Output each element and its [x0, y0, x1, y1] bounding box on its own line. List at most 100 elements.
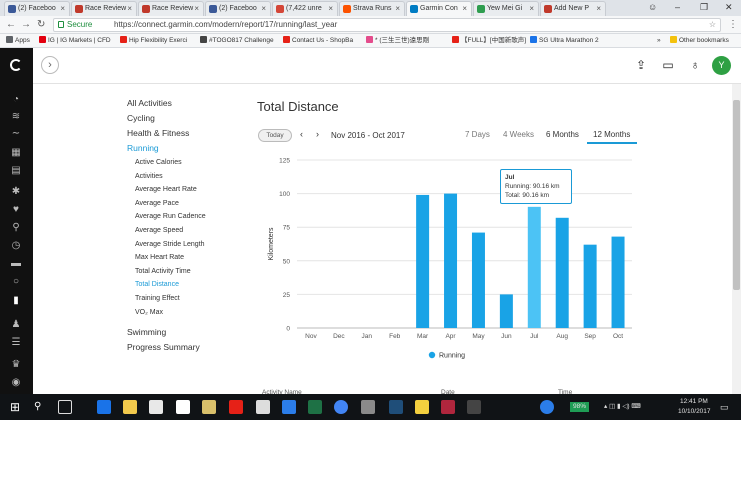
shield-icon[interactable] [441, 400, 455, 414]
sticky-notes-icon[interactable] [415, 400, 429, 414]
tab-close-icon[interactable]: × [395, 2, 400, 15]
upload-cloud-icon[interactable]: ⇪ [634, 58, 648, 72]
browser-tab[interactable]: (2) Faceboo × [4, 1, 70, 16]
segments-icon[interactable]: ▬ [10, 258, 22, 270]
battery-percent[interactable]: 98% [570, 402, 590, 412]
reload-icon[interactable]: ↻ [37, 19, 45, 30]
tab-close-icon[interactable]: × [596, 2, 601, 15]
back-icon[interactable]: ← [6, 19, 16, 30]
next-period-button[interactable]: › [316, 129, 319, 139]
menu-subitem[interactable]: Active Calories [135, 159, 182, 166]
layers-icon[interactable]: ≋ [10, 111, 22, 123]
system-tray-icons[interactable]: ▴ ◫ ▮ ◁) ⌨ [604, 402, 641, 410]
minimize-button[interactable]: – [675, 2, 680, 12]
menu-item[interactable]: Progress Summary [127, 342, 200, 352]
browser-tab[interactable]: Race Review × [138, 1, 204, 16]
range-tab-4-weeks[interactable]: 4 Weeks [503, 130, 534, 139]
menu-item[interactable]: Running [127, 143, 159, 153]
browser-tab[interactable]: Add New P × [540, 1, 606, 16]
connections-people-icon[interactable]: ♟ [10, 319, 22, 331]
browser-tab[interactable]: (7,422 unre × [272, 1, 338, 16]
calendar-icon[interactable]: ▦ [10, 147, 22, 159]
menu-subitem[interactable]: Max Heart Rate [135, 254, 184, 261]
insights-bulb-icon[interactable]: ○ [10, 276, 22, 288]
menu-subitem[interactable]: Activities [135, 173, 163, 180]
menu-item[interactable]: Cycling [127, 113, 155, 123]
menu-subitem[interactable]: Total Distance [135, 281, 179, 288]
bookmarks-more-button[interactable]: » [657, 36, 661, 46]
bookmark-star-icon[interactable]: ☆ [709, 19, 716, 31]
menu-subitem[interactable]: Average Stride Length [135, 241, 205, 248]
file-explorer-icon[interactable] [123, 400, 137, 414]
groups-icon[interactable]: ☰ [10, 337, 22, 349]
menu-subitem[interactable]: Average Heart Rate [135, 186, 197, 193]
trophy-icon[interactable]: ♛ [10, 359, 22, 371]
reports-bar-chart-icon[interactable]: ▮ [10, 295, 22, 307]
running-person-icon[interactable]: ⚲ [10, 222, 22, 234]
menu-item[interactable]: Swimming [127, 327, 166, 337]
bookmark-item[interactable]: 【FULL】[中国新歌声] [452, 36, 526, 46]
browser-tab[interactable]: (2) Faceboo × [205, 1, 271, 16]
bookmark-item[interactable]: * (三生三世)遠思剛 [366, 36, 429, 46]
profile-icon[interactable]: ☺ [648, 2, 657, 12]
image-viewer-icon[interactable] [467, 400, 481, 414]
maximize-button[interactable]: ❐ [700, 2, 708, 13]
menu-subitem[interactable]: Average Run Cadence [135, 213, 206, 220]
windows-start-icon[interactable]: ⊞ [10, 400, 24, 414]
bookmark-item[interactable]: SG Ultra Marathon 2 [530, 36, 599, 46]
range-tab-6-months[interactable]: 6 Months [546, 130, 579, 139]
other-bookmarks-folder[interactable]: Other bookmarks [670, 36, 729, 46]
action-center-icon[interactable]: ▭ [720, 402, 729, 413]
inbox-icon[interactable]: ▭ [661, 58, 675, 72]
search-icon[interactable]: ⚲ [34, 400, 48, 414]
page-scrollbar[interactable] [732, 84, 741, 394]
stopwatch-icon[interactable]: ◷ [10, 240, 22, 252]
menu-subitem[interactable]: Average Pace [135, 200, 179, 207]
menu-subitem[interactable]: Average Speed [135, 227, 183, 234]
browser-tab[interactable]: Yew Mei Gi × [473, 1, 539, 16]
tab-close-icon[interactable]: × [261, 2, 266, 15]
close-window-button[interactable]: ✕ [725, 2, 733, 13]
menu-item[interactable]: All Activities [127, 98, 172, 108]
tab-close-icon[interactable]: × [194, 2, 199, 15]
expand-nav-button[interactable]: › [41, 56, 59, 74]
gear-icon[interactable]: ◉ [10, 377, 22, 389]
chrome-icon[interactable] [334, 400, 348, 414]
scrollbar-thumb[interactable] [733, 100, 740, 290]
dashboard-icon[interactable]: ◔ [10, 94, 22, 106]
challenge-person-icon[interactable]: ✱ [10, 186, 22, 198]
app-icon-1[interactable] [361, 400, 375, 414]
tab-close-icon[interactable]: × [127, 2, 132, 15]
notepad-icon[interactable] [176, 400, 190, 414]
insights-lightbulb-icon[interactable]: ♁ [688, 58, 702, 72]
clock-time[interactable]: 12:41 PM [680, 398, 708, 405]
activity-wave-icon[interactable]: ∼ [10, 128, 22, 140]
health-heart-icon[interactable]: ♥ [10, 204, 22, 216]
tab-close-icon[interactable]: × [529, 2, 534, 15]
tab-close-icon[interactable]: × [328, 2, 333, 15]
user-avatar[interactable]: Y [712, 56, 731, 75]
menu-subitem[interactable]: Total Activity Time [135, 268, 191, 275]
store-icon[interactable] [149, 400, 163, 414]
app-icon-3[interactable] [540, 400, 554, 414]
edge-browser-icon[interactable] [97, 400, 111, 414]
tab-close-icon[interactable]: × [462, 2, 467, 15]
garmin-connect-logo-icon[interactable] [10, 59, 22, 71]
bookmark-item[interactable]: #TOGO817 Challenge [200, 36, 274, 46]
today-button[interactable]: Today [258, 129, 292, 142]
task-view-icon[interactable] [58, 400, 72, 414]
menu-subitem[interactable]: VO₂ Max [135, 309, 163, 316]
menu-subitem[interactable]: Training Effect [135, 295, 180, 302]
url-input[interactable]: Secure https://connect.garmin.com/modern… [53, 18, 721, 32]
range-tab-12-months[interactable]: 12 Months [593, 130, 630, 139]
photos-icon[interactable] [202, 400, 216, 414]
range-tab-7-days[interactable]: 7 Days [465, 130, 490, 139]
app-icon-2[interactable] [389, 400, 403, 414]
clock-date[interactable]: 10/10/2017 [678, 408, 711, 415]
youtube-icon[interactable] [229, 400, 243, 414]
browser-tab[interactable]: Strava Runs × [339, 1, 405, 16]
calculator-icon[interactable] [256, 400, 270, 414]
bookmark-item[interactable]: IG | IG Markets | CFD [39, 36, 111, 46]
browser-tab[interactable]: Garmin Con × [406, 1, 472, 16]
bookmark-item[interactable]: Hip Flexibility Exerci [120, 36, 187, 46]
